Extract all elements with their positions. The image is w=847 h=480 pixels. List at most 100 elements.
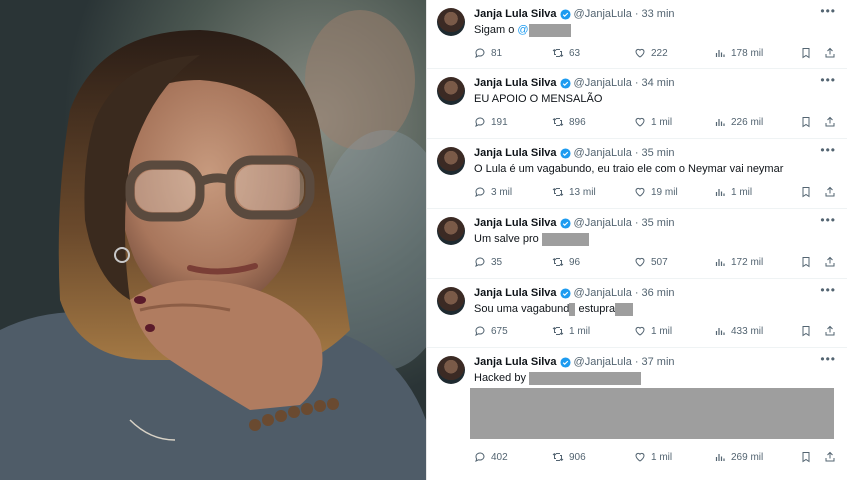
share-button[interactable] [824,47,836,59]
avatar[interactable] [437,356,465,384]
bookmark-button[interactable] [800,256,824,268]
timestamp[interactable]: 35 min [641,217,674,229]
separator: · [634,287,639,299]
bookmark-button[interactable] [800,47,824,59]
author-handle[interactable]: @JanjaLula [574,287,632,299]
views-chart-icon [715,259,725,266]
timestamp[interactable]: 37 min [641,356,674,368]
views-button[interactable]: 433 mil [714,325,800,337]
author-name[interactable]: Janja Lula Silva [474,287,557,299]
share-button[interactable] [824,186,836,198]
bookmark-button[interactable] [800,325,824,337]
reply-icon [475,452,485,462]
view-count: 1 mil [731,186,753,198]
more-options-button[interactable]: ••• [820,4,836,18]
avatar[interactable] [437,217,465,245]
reply-button[interactable]: 81 [474,47,552,59]
author-handle[interactable]: @JanjaLula [574,217,632,229]
like-button[interactable]: 19 mil [634,186,714,198]
author-handle[interactable]: @JanjaLula [574,77,632,89]
more-options-button[interactable]: ••• [820,352,836,366]
tweet-card[interactable]: Janja Lula Silva @JanjaLula · 34 min •••… [427,69,847,139]
tweet-actions: 35 96 507 172 mil [474,255,836,269]
avatar[interactable] [437,287,465,315]
view-count: 433 mil [731,325,764,337]
reply-button[interactable]: 675 [474,325,552,337]
more-options-button[interactable]: ••• [820,213,836,227]
timestamp[interactable]: 34 min [641,77,674,89]
retweet-button[interactable]: 96 [552,256,634,268]
author-name[interactable]: Janja Lula Silva [474,147,557,159]
tweet-header: Janja Lula Silva @JanjaLula · 35 min [474,216,675,230]
retweet-button[interactable]: 63 [552,47,634,59]
tweet-card[interactable]: Janja Lula Silva @JanjaLula · 33 min •••… [427,0,847,69]
retweet-button[interactable]: 1 mil [552,325,634,337]
reply-button[interactable]: 402 [474,451,552,463]
like-button[interactable]: 1 mil [634,116,714,128]
like-button[interactable]: 1 mil [634,325,714,337]
share-button[interactable] [824,116,836,128]
timestamp[interactable]: 33 min [641,8,674,20]
author-name[interactable]: Janja Lula Silva [474,217,557,229]
tweet-card[interactable]: Janja Lula Silva @JanjaLula · 35 min •••… [427,209,847,279]
like-count: 19 mil [651,186,678,198]
avatar[interactable] [437,147,465,175]
more-options-button[interactable]: ••• [820,283,836,297]
reply-button[interactable]: 35 [474,256,552,268]
heart-icon [635,452,645,462]
bookmark-button[interactable] [800,451,824,463]
retweet-button[interactable]: 896 [552,116,634,128]
bookmark-button[interactable] [800,116,824,128]
heart-icon [635,117,645,127]
author-handle[interactable]: @JanjaLula [574,147,632,159]
heart-icon [635,326,645,336]
retweet-count: 13 mil [569,186,596,198]
reply-button[interactable]: 3 mil [474,186,552,198]
views-button[interactable]: 178 mil [714,47,800,59]
bookmark-button[interactable] [800,186,824,198]
tweet-card[interactable]: Janja Lula Silva @JanjaLula · 35 min •••… [427,139,847,209]
like-button[interactable]: 222 [634,47,714,59]
author-name[interactable]: Janja Lula Silva [474,77,557,89]
like-button[interactable]: 1 mil [634,451,714,463]
timestamp[interactable]: 36 min [641,287,674,299]
author-name[interactable]: Janja Lula Silva [474,356,557,368]
redacted-media[interactable] [470,388,834,439]
tweet-text-content: O Lula é um vagabundo, eu traio ele com … [474,163,784,175]
share-button[interactable] [824,451,836,463]
tweet-text-content: Hacked by [474,372,526,384]
reply-count: 402 [491,451,508,463]
retweet-icon [552,118,564,126]
views-button[interactable]: 226 mil [714,116,800,128]
author-handle[interactable]: @JanjaLula [574,8,632,20]
reply-icon [475,326,485,336]
avatar[interactable] [437,77,465,105]
reply-button[interactable]: 191 [474,116,552,128]
timestamp[interactable]: 35 min [641,147,674,159]
views-chart-icon [715,189,725,196]
retweet-button[interactable]: 13 mil [552,186,634,198]
separator: · [634,217,639,229]
tweet-text: Um salve pro [474,232,589,246]
more-options-button[interactable]: ••• [820,73,836,87]
retweet-icon [552,453,564,461]
share-button[interactable] [824,256,836,268]
views-button[interactable]: 172 mil [714,256,800,268]
retweet-button[interactable]: 906 [552,451,634,463]
like-button[interactable]: 507 [634,256,714,268]
view-count: 226 mil [731,116,764,128]
views-button[interactable]: 1 mil [714,186,800,198]
reply-icon [475,117,485,127]
author-name[interactable]: Janja Lula Silva [474,8,557,20]
author-handle[interactable]: @JanjaLula [574,356,632,368]
share-button[interactable] [824,325,836,337]
views-button[interactable]: 269 mil [714,451,800,463]
mention-link[interactable]: @ [517,24,528,36]
more-options-button[interactable]: ••• [820,143,836,157]
share-icon [825,47,835,58]
separator: · [634,356,639,368]
tweet-card[interactable]: Janja Lula Silva @JanjaLula · 36 min •••… [427,279,847,348]
avatar[interactable] [437,8,465,36]
tweet-card[interactable]: Janja Lula Silva @JanjaLula · 37 min •••… [427,348,847,480]
reply-count: 35 [491,256,503,268]
